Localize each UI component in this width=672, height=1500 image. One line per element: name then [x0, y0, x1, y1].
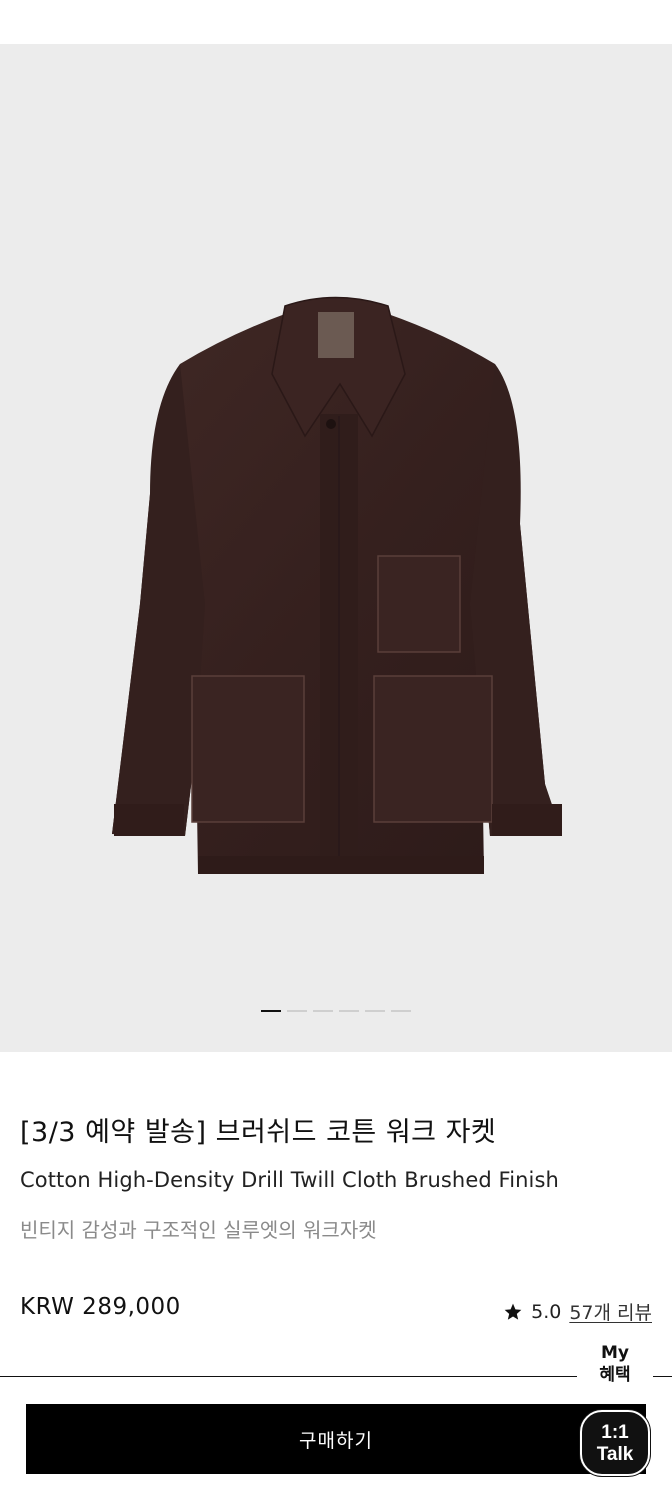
pagination-dot[interactable] [313, 1010, 333, 1012]
talk-label-line1: 1:1 [601, 1422, 629, 1443]
talk-label-line2: Talk [596, 1444, 634, 1465]
my-benefit-label-line2: 혜택 [599, 1365, 631, 1385]
product-subtitle: Cotton High-Density Drill Twill Cloth Br… [20, 1168, 559, 1192]
product-description: 빈티지 감성과 구조적인 실루엣의 워크자켓 [20, 1218, 377, 1242]
review-count-link[interactable]: 57개 리뷰 [569, 1298, 652, 1325]
rating-summary: 5.0 57개 리뷰 [503, 1298, 652, 1325]
buy-button[interactable]: 구매하기 [26, 1404, 646, 1474]
chat-talk-button[interactable]: 1:1 Talk [580, 1410, 650, 1476]
pagination-dot[interactable] [391, 1010, 411, 1012]
divider [0, 1376, 672, 1377]
product-image-gallery[interactable] [0, 44, 672, 1052]
top-bar [0, 0, 672, 44]
my-benefit-button[interactable]: My 혜택 [577, 1342, 653, 1392]
product-image[interactable] [0, 44, 672, 1052]
rating-value: 5.0 [531, 1300, 562, 1323]
my-benefit-label-line1: My [601, 1343, 629, 1363]
pagination-dot[interactable] [287, 1010, 307, 1012]
pagination-dot[interactable] [365, 1010, 385, 1012]
product-title: [3/3 예약 발송] 브러쉬드 코튼 워크 자켓 [20, 1117, 497, 1148]
pagination-dot[interactable] [339, 1010, 359, 1012]
product-price: KRW 289,000 [20, 1294, 181, 1320]
pagination-dot[interactable] [261, 1010, 281, 1012]
gallery-pagination [0, 1010, 672, 1014]
star-icon [504, 1303, 522, 1320]
